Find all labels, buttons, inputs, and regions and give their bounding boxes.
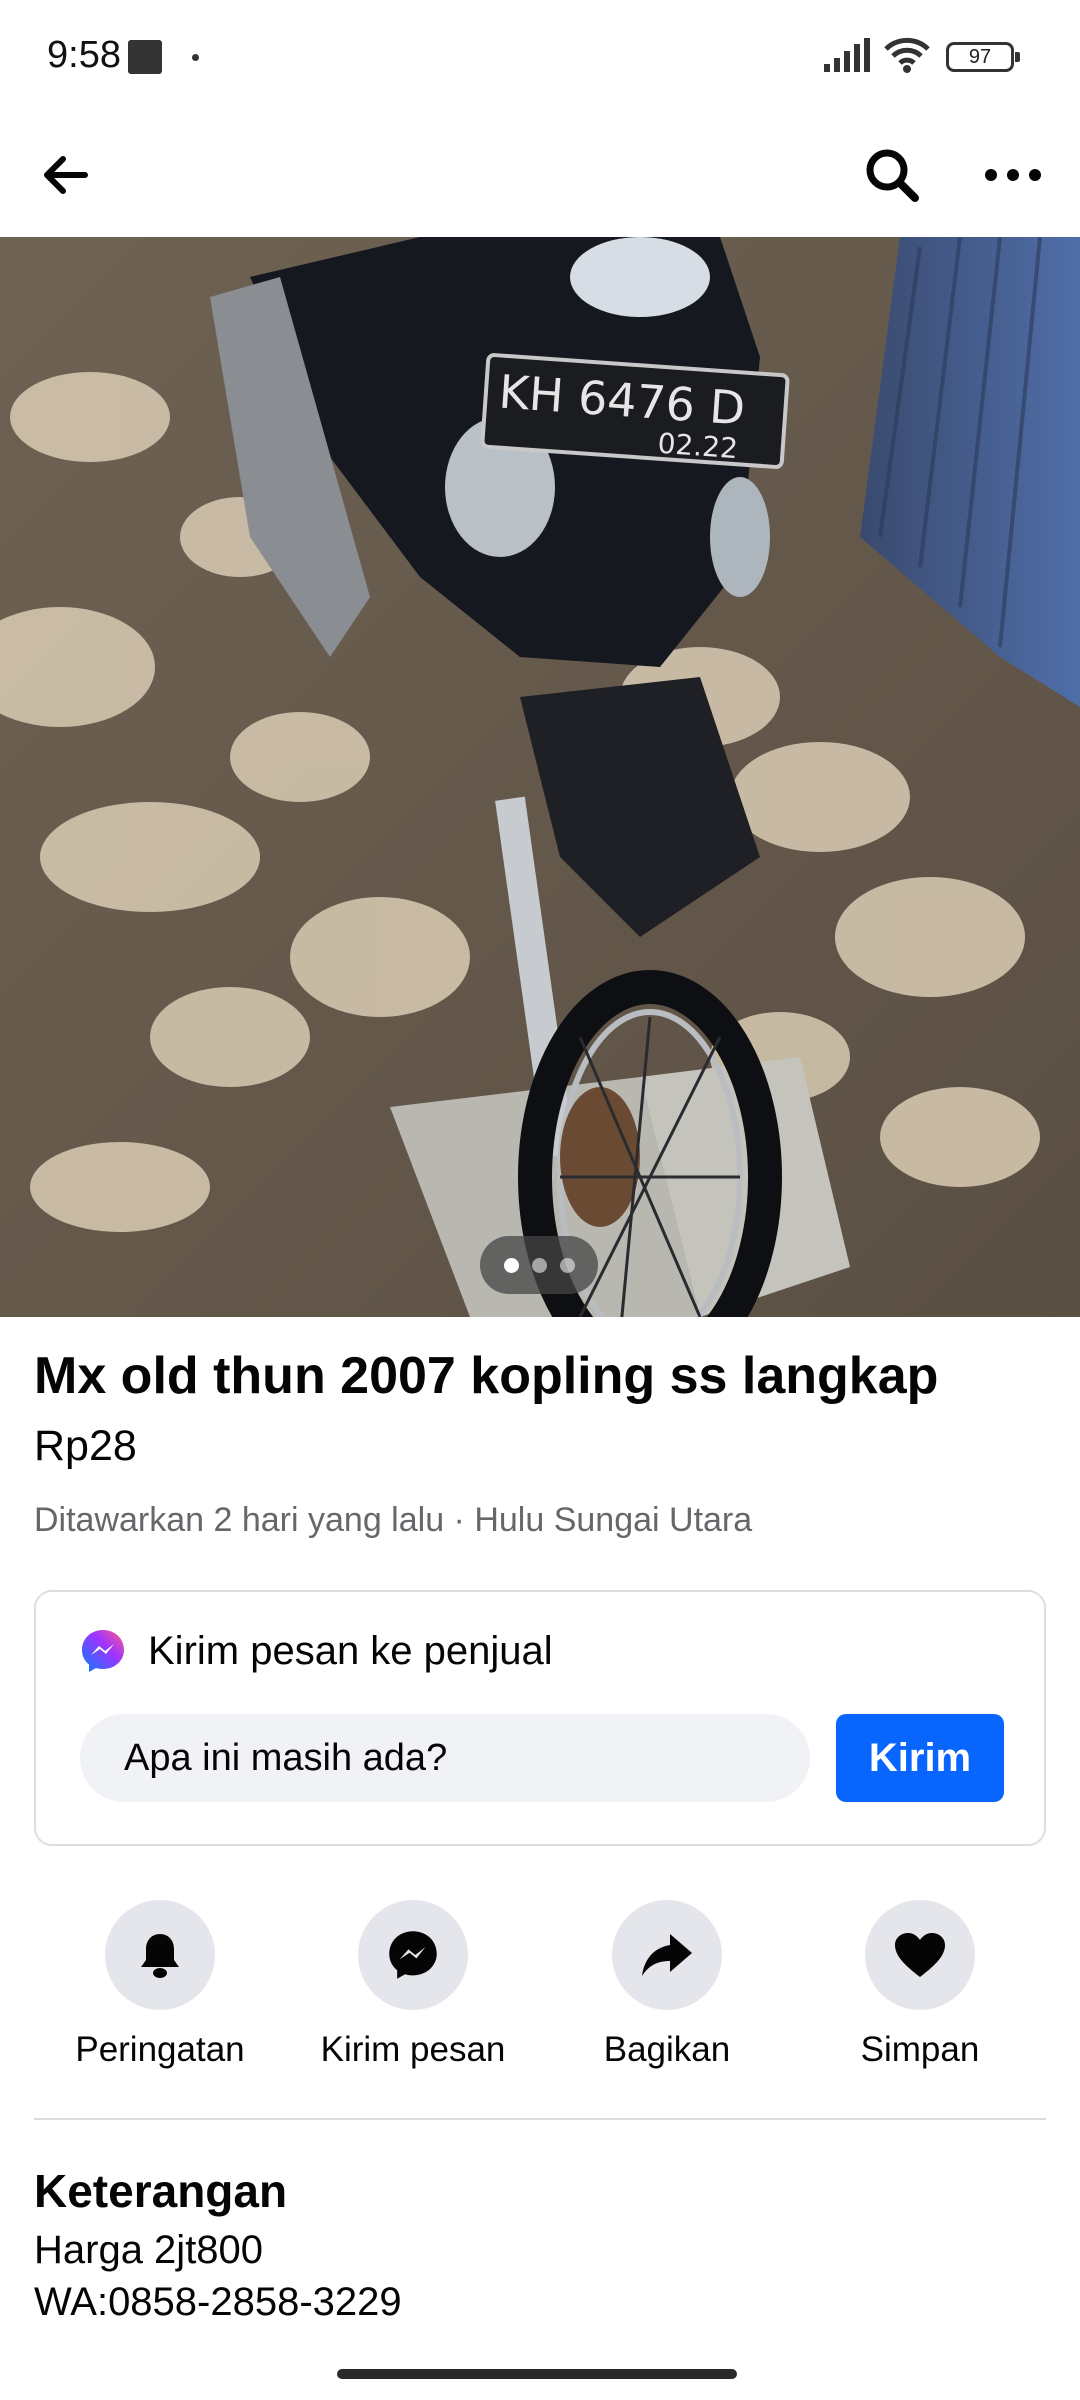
listing-photo[interactable]: KH 6476 D 02.22: [0, 237, 1080, 1317]
pager-dot[interactable]: [503, 1257, 519, 1273]
dot-icon: [192, 54, 199, 61]
pager-dot[interactable]: [559, 1257, 575, 1273]
share-button-circle[interactable]: [612, 1900, 722, 2010]
save-button[interactable]: Simpan: [805, 1900, 1035, 2070]
search-icon: [866, 149, 919, 202]
signal-icon: [824, 38, 870, 72]
message-input[interactable]: [80, 1714, 810, 1802]
send-message-button[interactable]: Kirim: [836, 1714, 1004, 1802]
listing-price: Rp28: [34, 1422, 137, 1470]
description-line: Harga 2jt800: [34, 2228, 264, 2272]
message-seller-card: Kirim pesan ke penjual Kirim: [34, 1590, 1046, 1846]
share-icon: [642, 1934, 692, 1976]
section-divider: [34, 2118, 1046, 2120]
alert-button-circle[interactable]: [105, 1900, 215, 2010]
messenger-icon: [82, 1630, 124, 1672]
listing-meta: Ditawarkan 2 hari yang lalu · Hulu Sunga…: [34, 1501, 753, 1539]
send-message-action-button[interactable]: Kirim pesan: [298, 1900, 528, 2070]
more-options-icon: [985, 169, 1041, 181]
search-button[interactable]: [852, 135, 932, 215]
save-label: Simpan: [860, 2030, 980, 2069]
alert-button[interactable]: Peringatan: [45, 1900, 275, 2070]
share-button[interactable]: Bagikan: [552, 1900, 782, 2070]
notification-square-icon: [128, 40, 162, 74]
more-options-button[interactable]: [973, 135, 1053, 215]
top-bar: [0, 115, 1080, 237]
back-arrow-icon: [44, 156, 88, 194]
description-heading: Keterangan: [34, 2165, 288, 2217]
status-time: 9:58: [47, 34, 121, 76]
home-indicator[interactable]: [337, 2369, 737, 2379]
license-plate-bottom: 02.22: [657, 427, 739, 466]
photo-pager[interactable]: [480, 1236, 598, 1294]
heart-icon: [895, 1933, 945, 1977]
battery-icon: 97: [946, 42, 1020, 72]
message-card-header: Kirim pesan ke penjual: [80, 1628, 553, 1674]
alert-label: Peringatan: [75, 2030, 245, 2069]
messenger-icon: [389, 1931, 437, 1979]
share-label: Bagikan: [603, 2030, 731, 2069]
back-button[interactable]: [25, 135, 105, 215]
send-message-action-circle[interactable]: [358, 1900, 468, 2010]
action-bar: Peringatan Kirim pesan Bagikan Simpan: [0, 1900, 1080, 2080]
bell-icon: [141, 1934, 179, 1978]
wifi-icon: [884, 37, 930, 73]
motorcycle-photo-image: KH 6476 D 02.22: [0, 237, 1080, 1317]
description-line: WA:0858-2858-3229: [34, 2280, 402, 2324]
message-card-heading: Kirim pesan ke penjual: [148, 1628, 553, 1673]
send-message-action-label: Kirim pesan: [320, 2030, 506, 2069]
pager-dot[interactable]: [531, 1257, 547, 1273]
status-bar: 9:58 97: [0, 0, 1080, 115]
listing-title: Mx old thun 2007 kopling ss langkap: [34, 1347, 939, 1405]
save-button-circle[interactable]: [865, 1900, 975, 2010]
